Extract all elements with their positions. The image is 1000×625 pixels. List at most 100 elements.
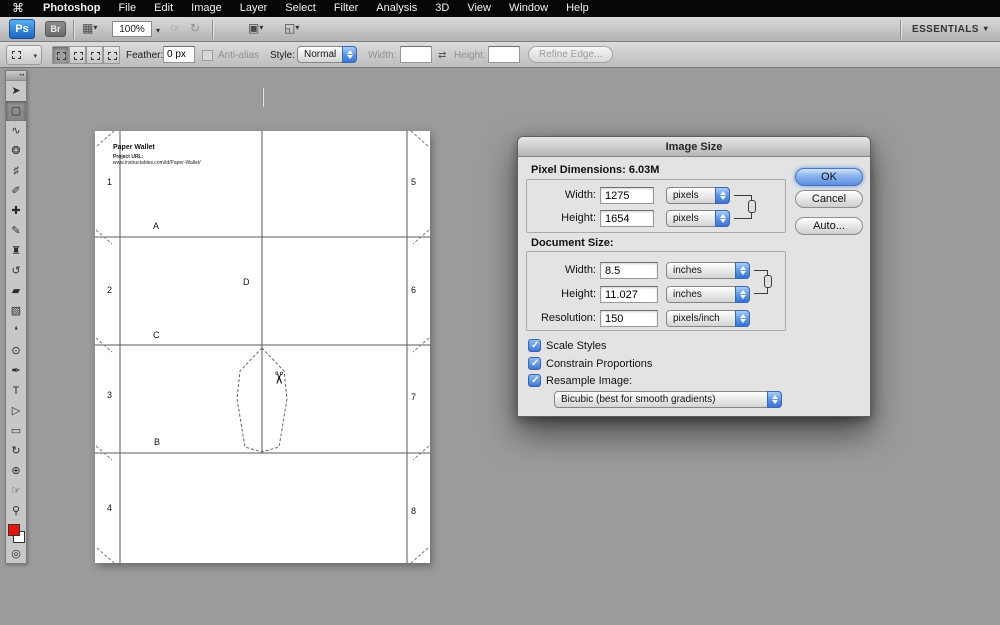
gradient-tool[interactable]: ▧ (6, 301, 26, 321)
arrange-documents-button[interactable]: ▣▾ (248, 21, 263, 35)
zoom-caret-icon[interactable]: ▾ (156, 26, 160, 35)
move-tool-icon: ➤ (11, 85, 21, 97)
document-canvas[interactable]: Paper Wallet Project URL: www.instructab… (95, 131, 430, 563)
resample-image-checkbox[interactable] (528, 374, 541, 387)
scale-styles-checkbox[interactable] (528, 339, 541, 352)
rectangle-tool[interactable]: ▭ (6, 421, 26, 441)
menu-item-analysis[interactable]: Analysis (367, 0, 426, 17)
doc-width-input[interactable] (600, 262, 658, 279)
lasso-tool[interactable]: ∿ (6, 121, 26, 141)
marquee-icon (12, 51, 21, 59)
view-extras-button[interactable]: ▦▾ (82, 21, 97, 35)
spot-healing-brush-tool[interactable]: ✚ (6, 201, 26, 221)
intersect-selection-button[interactable] (103, 46, 120, 64)
popup-arrows-icon (715, 210, 730, 227)
dialog-title-bar[interactable]: Image Size (518, 137, 870, 157)
tool-preset-picker[interactable]: ▾ (6, 45, 42, 65)
width-input[interactable] (400, 46, 432, 63)
popup-arrows-icon (715, 187, 730, 204)
add-to-selection-button[interactable] (69, 46, 86, 64)
menu-item-window[interactable]: Window (500, 0, 557, 17)
resolution-input[interactable] (600, 310, 658, 327)
path-selection-tool[interactable]: ▷ (6, 401, 26, 421)
eyedropper-tool[interactable]: ✐ (6, 181, 26, 201)
pen-tool[interactable]: ✒ (6, 361, 26, 381)
doc-height-unit-select[interactable]: inches (666, 286, 750, 303)
quick-selection-icon: ❂ (11, 145, 21, 157)
doc-height-input[interactable] (600, 286, 658, 303)
3d-rotate-tool[interactable]: ↻ (6, 441, 26, 461)
feather-input[interactable] (163, 46, 195, 63)
new-selection-button[interactable] (52, 46, 69, 64)
zoom-level-field[interactable]: 100% (112, 21, 152, 37)
style-select[interactable]: Normal (297, 46, 357, 63)
panel-letter-c: C (153, 330, 160, 340)
menu-item-filter[interactable]: Filter (325, 0, 367, 17)
clone-stamp-icon: ♜ (11, 245, 21, 257)
swap-dimensions-icon[interactable]: ⇄ (438, 50, 446, 61)
menu-item-photoshop[interactable]: Photoshop (34, 0, 109, 17)
type-tool[interactable]: T (6, 381, 26, 401)
clone-stamp-tool[interactable]: ♜ (6, 241, 26, 261)
quick-mask-button[interactable]: ◎ (6, 547, 26, 563)
popup-arrows-icon (735, 310, 750, 327)
subtract-from-selection-button[interactable] (86, 46, 103, 64)
constrain-proportions-checkbox[interactable] (528, 357, 541, 370)
pixel-width-unit-select[interactable]: pixels (666, 187, 730, 204)
crop-tool[interactable]: ♯ (6, 161, 26, 181)
auto-button[interactable]: Auto... (795, 217, 863, 235)
menu-item-view[interactable]: View (458, 0, 500, 17)
apple-menu-icon[interactable]: ⌘ (0, 0, 34, 17)
resolution-label: Resolution: (540, 312, 596, 324)
history-brush-icon: ↺ (11, 265, 21, 277)
anti-alias-checkbox[interactable] (202, 50, 213, 61)
quick-selection-tool[interactable]: ❂ (6, 141, 26, 161)
constrain-proportions-label: Constrain Proportions (546, 358, 653, 370)
tools-panel-header[interactable] (6, 71, 26, 81)
rectangle-tool-icon: ▭ (10, 425, 22, 437)
ok-button[interactable]: OK (795, 168, 863, 186)
menu-item-edit[interactable]: Edit (145, 0, 182, 17)
hand-tool-button[interactable]: ☞ (170, 21, 181, 35)
chevron-down-icon: ▾ (93, 23, 98, 32)
refine-edge-button[interactable]: Refine Edge... (528, 46, 614, 63)
menu-item-layer[interactable]: Layer (231, 0, 277, 17)
3d-orbit-tool[interactable]: ⊕ (6, 461, 26, 481)
brush-tool[interactable]: ✎ (6, 221, 26, 241)
panel-number-2: 2 (107, 285, 113, 295)
history-brush-tool[interactable]: ↺ (6, 261, 26, 281)
menu-item-select[interactable]: Select (276, 0, 325, 17)
menu-item-file[interactable]: File (109, 0, 145, 17)
rotate-view-button[interactable]: ↻ (190, 21, 200, 35)
tools-panel: ➤ ▢ ∿ ❂ ♯ ✐ ✚ ✎ ♜ ↺ ▰ ▧ ❛ ⊙ ✒ T ▷ ▭ ↻ ⊕ … (5, 70, 27, 564)
rectangular-marquee-tool[interactable]: ▢ (6, 101, 26, 121)
blur-tool[interactable]: ❛ (6, 321, 26, 341)
height-input[interactable] (488, 46, 520, 63)
panel-number-1: 1 (107, 177, 113, 187)
cancel-button[interactable]: Cancel (795, 190, 863, 208)
pixel-height-input[interactable] (600, 210, 654, 227)
panel-number-5: 5 (411, 177, 417, 187)
zoom-tool[interactable]: ⚲ (6, 501, 26, 521)
workspace-switcher[interactable]: ESSENTIALS ▾ (912, 24, 988, 35)
foreground-color-swatch[interactable] (8, 524, 20, 536)
photoshop-app-icon: Ps (9, 19, 35, 39)
image-size-dialog: Image Size Pixel Dimensions: 6.03M Width… (517, 136, 871, 417)
hand-tool[interactable]: ☞ (6, 481, 26, 501)
menu-item-help[interactable]: Help (557, 0, 598, 17)
doc-width-unit-select[interactable]: inches (666, 262, 750, 279)
screen-mode-button[interactable]: ◱▾ (284, 21, 299, 35)
resample-method-select[interactable]: Bicubic (best for smooth gradients) (554, 391, 782, 408)
pixel-height-unit-select[interactable]: pixels (666, 210, 730, 227)
page-url: www.instructables.com/id/Paper-Wallet/ (113, 160, 201, 166)
menu-item-image[interactable]: Image (182, 0, 231, 17)
move-tool[interactable]: ➤ (6, 81, 26, 101)
bridge-launch-button[interactable]: Br (45, 21, 66, 37)
dodge-tool[interactable]: ⊙ (6, 341, 26, 361)
wallet-template-lines (95, 131, 430, 563)
resolution-unit-select[interactable]: pixels/inch (666, 310, 750, 327)
eraser-tool[interactable]: ▰ (6, 281, 26, 301)
pixel-width-input[interactable] (600, 187, 654, 204)
menu-item-3d[interactable]: 3D (426, 0, 458, 17)
panel-number-8: 8 (411, 506, 417, 516)
